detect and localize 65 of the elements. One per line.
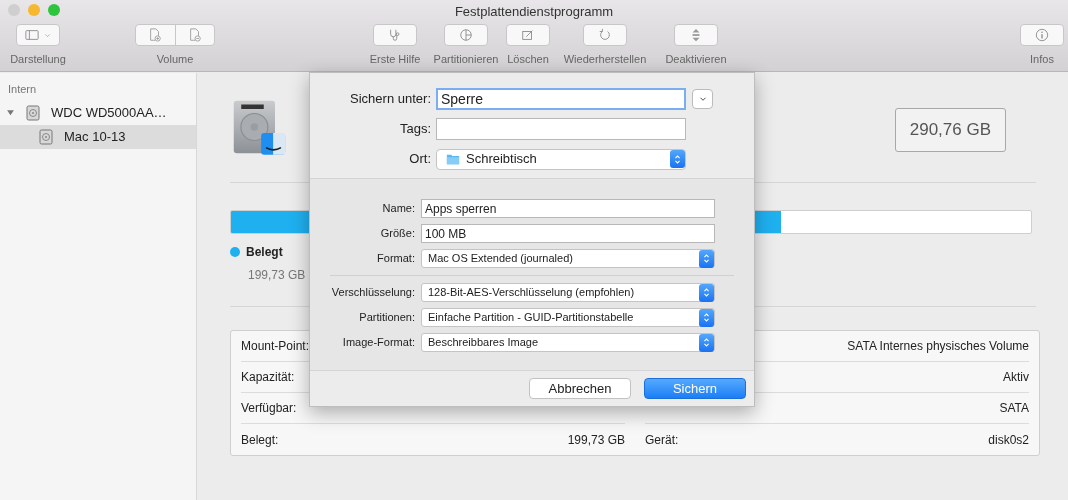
popup-menu[interactable]: 128-Bit-AES-Verschlüsselung (empfohlen): [421, 283, 715, 302]
info-label: Gerät:: [645, 431, 679, 449]
section-header: Intern: [7, 82, 38, 97]
toolbar-label: Infos: [1030, 52, 1054, 67]
toolbar-button[interactable]: [506, 24, 550, 46]
sidebar-icon: [24, 28, 39, 42]
location-popup[interactable]: Schreibtisch: [436, 148, 686, 170]
folder-icon: [445, 152, 461, 166]
toolbar-label: Volume: [156, 52, 194, 67]
field-label: Tags:: [398, 120, 432, 139]
close-button[interactable]: [8, 4, 20, 16]
info-label: Kapazität:: [241, 369, 295, 386]
toolbar-button[interactable]: [674, 24, 718, 46]
zoom-button[interactable]: [48, 4, 60, 16]
info-value: 199,73 GB: [567, 431, 625, 449]
legend-label: Belegt: [246, 244, 283, 261]
toolbar-button[interactable]: [1020, 24, 1064, 46]
popup-menu[interactable]: Einfache Partition - GUID-Partitionstabelle: [421, 308, 715, 327]
info-value: disk0s2: [988, 431, 1029, 449]
secondary-button[interactable]: Abbrechen: [529, 378, 631, 399]
field-label: Ort:: [408, 150, 432, 169]
text-field[interactable]: [436, 118, 686, 140]
toolbar-label: Erste Hilfe: [369, 52, 421, 67]
toolbar-label: Löschen: [507, 52, 549, 67]
toolbar-label: Deaktivieren: [665, 52, 727, 67]
popup-menu[interactable]: Beschreibbares Image: [421, 333, 715, 352]
capacity-display: 290,76 GB: [894, 108, 1006, 152]
text-field[interactable]: Apps sperren: [421, 199, 715, 218]
legend-value: 199,73 GB: [248, 267, 307, 284]
remove-volume-icon: [187, 28, 202, 42]
info-value: SATA Internes physisches Volume: [847, 338, 1029, 355]
sidebar-item[interactable]: Mac 10-13: [0, 124, 196, 149]
info-label: Belegt:: [241, 431, 279, 449]
info-label: Verfügbar:: [241, 400, 297, 417]
field-label: Sichern unter:: [349, 90, 432, 109]
info-value: Aktiv: [1003, 369, 1029, 386]
disclosure-triangle-icon[interactable]: [6, 108, 15, 117]
field-label: Größe:: [379, 226, 416, 242]
pie-icon: [459, 28, 473, 42]
toolbar-button[interactable]: [373, 24, 417, 46]
info-icon: [1035, 28, 1049, 42]
toolbar-label: Partitionieren: [433, 52, 499, 67]
add-volume-icon: [148, 28, 163, 42]
pencil-icon: [521, 28, 535, 42]
field-label: Image-Format:: [341, 335, 416, 351]
toolbar-label: Wiederherstellen: [563, 52, 647, 67]
field-label: Verschlüsselung:: [330, 285, 416, 301]
toolbar-label: Darstellung: [10, 52, 66, 67]
field-label: Partitionen:: [358, 310, 416, 326]
popup-menu[interactable]: Mac OS Extended (journaled): [421, 249, 715, 268]
minimize-button[interactable]: [28, 4, 40, 16]
toolbar-button[interactable]: [16, 24, 60, 46]
field-label: Format:: [376, 251, 416, 267]
toolbar-button[interactable]: [583, 24, 627, 46]
sidebar-item[interactable]: WDC WD5000AA…: [0, 100, 196, 125]
window-title: Festplattendienstprogramm: [453, 3, 615, 21]
field-label: Name:: [381, 201, 416, 217]
text-field[interactable]: 100 MB: [421, 224, 715, 243]
expand-button[interactable]: [692, 89, 713, 109]
info-label: Mount-Point:: [241, 338, 310, 355]
stethoscope-icon: [388, 28, 402, 42]
rotate-arrow-icon: [598, 28, 612, 42]
toolbar-button[interactable]: [444, 24, 488, 46]
info-value: SATA: [999, 400, 1029, 417]
text-field[interactable]: Sperre: [436, 88, 686, 110]
